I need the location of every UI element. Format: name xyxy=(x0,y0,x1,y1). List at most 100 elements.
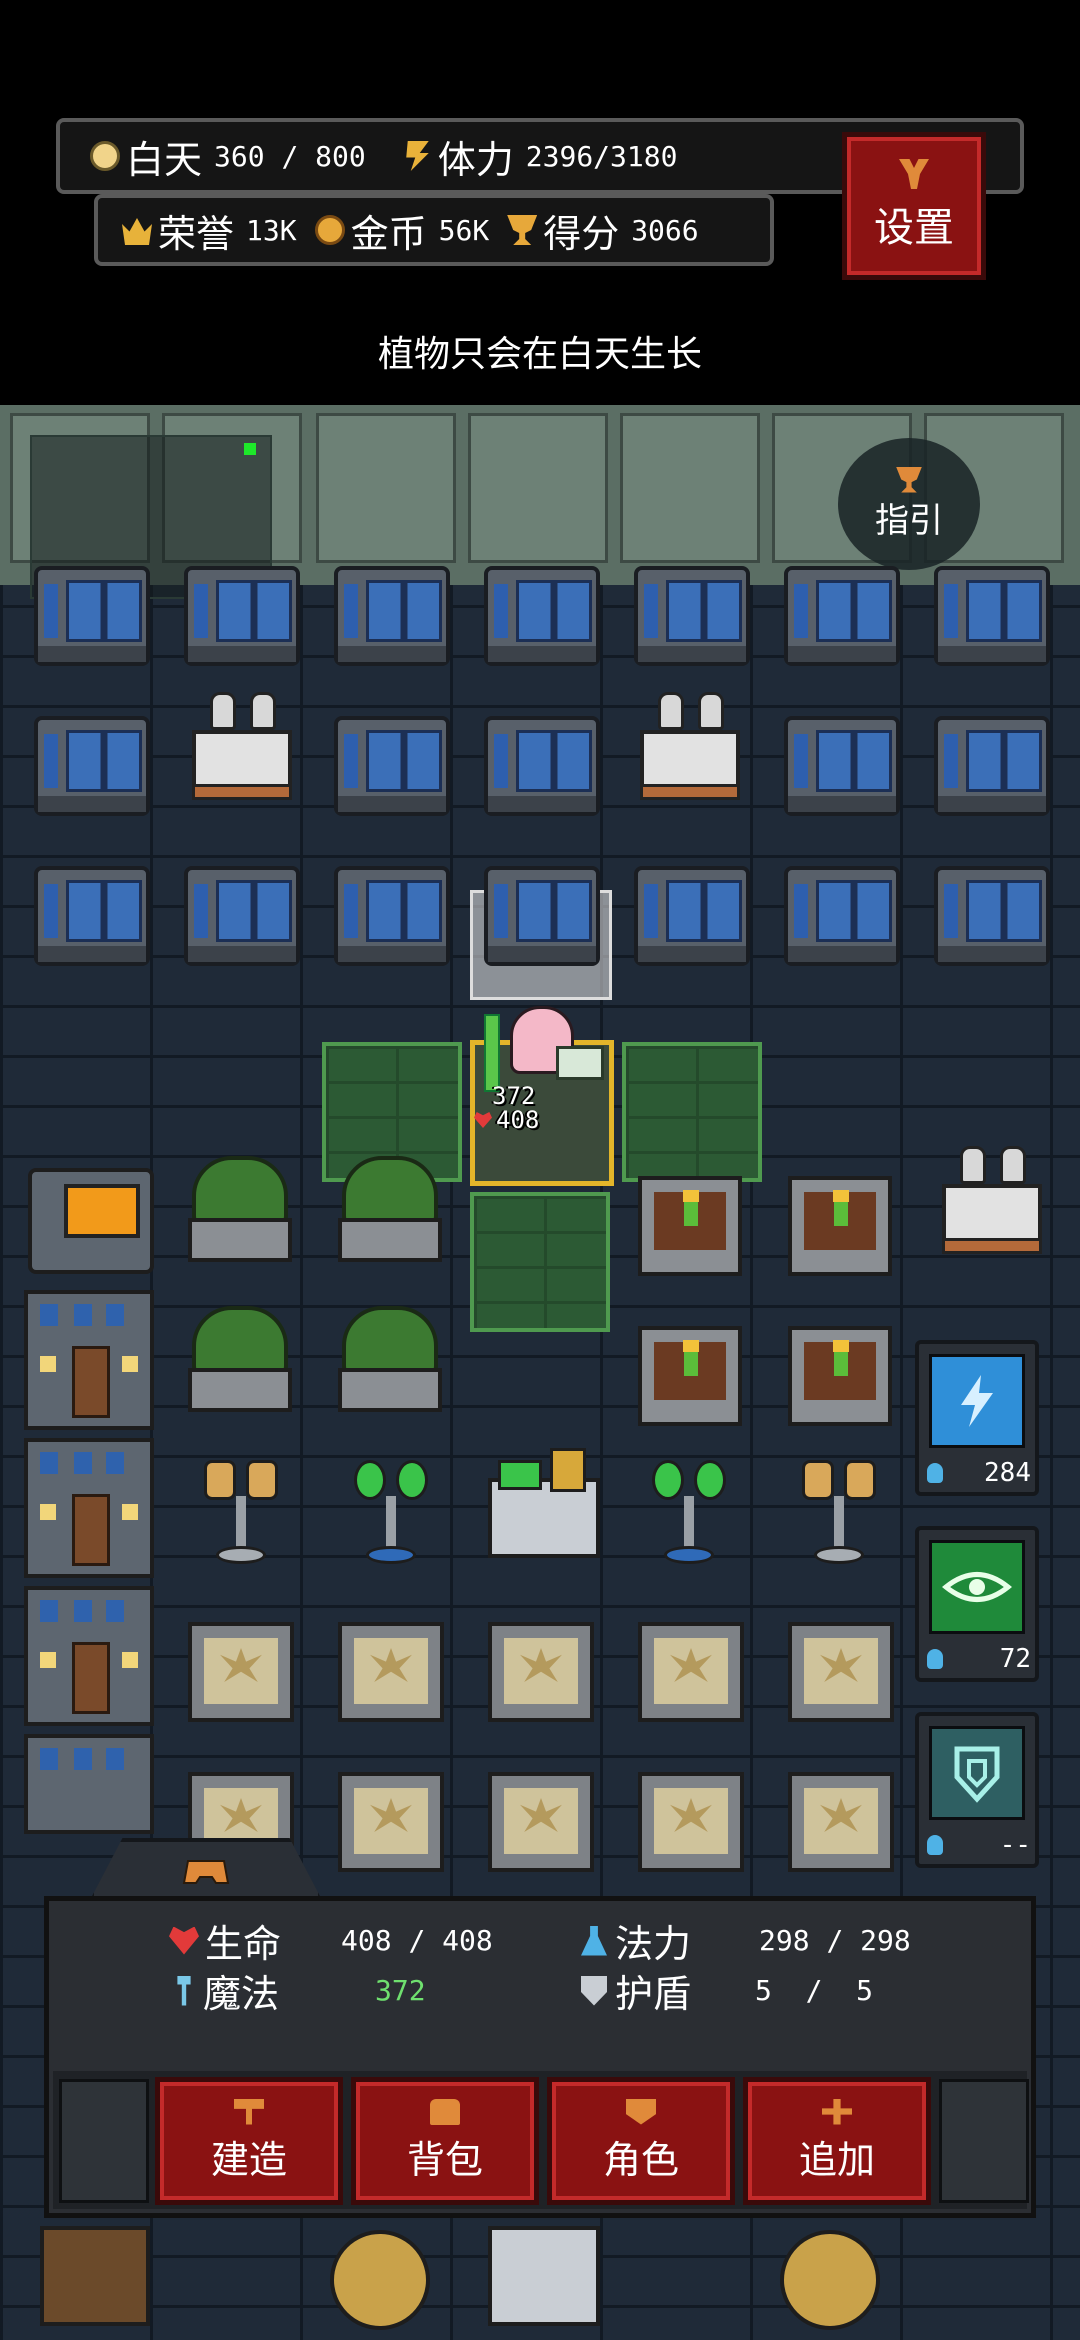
server-machine[interactable] xyxy=(784,866,900,966)
statue[interactable] xyxy=(330,2230,430,2330)
shield-rune-icon xyxy=(929,1726,1025,1820)
skill-card-shield[interactable]: -- xyxy=(915,1712,1039,1868)
server-machine[interactable] xyxy=(634,866,750,966)
server-machine[interactable] xyxy=(334,566,450,666)
hay-planter[interactable] xyxy=(788,1622,894,1722)
lamp-post[interactable] xyxy=(644,1460,734,1570)
lamp-post[interactable] xyxy=(346,1460,436,1570)
lamp-post[interactable] xyxy=(794,1460,884,1570)
status-panel: 生命 408 / 408 法力 298 / 298 魔法 372 护盾 5 / … xyxy=(44,1896,1036,2218)
bush-plant[interactable] xyxy=(338,1156,442,1268)
flower-planter[interactable] xyxy=(788,1176,892,1276)
hay-planter[interactable] xyxy=(338,1772,444,1872)
gamepad-icon xyxy=(182,1860,230,1884)
lightning-icon xyxy=(406,141,429,171)
lightning-rune-icon xyxy=(929,1354,1025,1448)
skill-card-eye[interactable]: 72 xyxy=(915,1526,1039,1682)
magic-row: 魔法 372 xyxy=(173,1963,426,2018)
server-machine[interactable] xyxy=(184,866,300,966)
magic-label: 魔法 xyxy=(203,1972,280,2016)
generator-machine[interactable] xyxy=(192,692,292,802)
server-machine[interactable] xyxy=(184,566,300,666)
shop-building[interactable] xyxy=(40,2226,150,2326)
player-character[interactable]: 372 408 xyxy=(470,1000,610,1134)
server-machine[interactable] xyxy=(34,566,150,666)
character-label: 角色 xyxy=(602,2137,679,2182)
gamepad-tab[interactable] xyxy=(90,1838,322,1900)
bag-button[interactable]: 背包 xyxy=(351,2077,539,2205)
eye-rune-icon xyxy=(929,1540,1025,1634)
hay-planter[interactable] xyxy=(488,1622,594,1722)
flower-planter[interactable] xyxy=(638,1326,742,1426)
character-button[interactable]: 角色 xyxy=(547,2077,735,2205)
coins-value: 56K xyxy=(438,213,490,247)
generator-machine[interactable] xyxy=(640,692,740,802)
minimap-player-marker xyxy=(244,443,256,455)
hay-planter[interactable] xyxy=(788,1772,894,1872)
server-machine[interactable] xyxy=(934,866,1050,966)
build-tile[interactable] xyxy=(622,1042,762,1182)
lamp-post[interactable] xyxy=(196,1460,286,1570)
hay-planter[interactable] xyxy=(638,1622,744,1722)
empty-slot-left xyxy=(59,2079,149,2203)
bush-plant[interactable] xyxy=(188,1306,292,1418)
bag-label: 背包 xyxy=(406,2137,483,2182)
hay-planter[interactable] xyxy=(488,1772,594,1872)
flower-planter[interactable] xyxy=(638,1176,742,1276)
honor-counter: 荣誉 13K xyxy=(122,203,297,258)
server-machine[interactable] xyxy=(784,566,900,666)
server-machine[interactable] xyxy=(484,716,600,816)
stamina-counter: 体力 2396/3180 xyxy=(402,129,677,184)
statue[interactable] xyxy=(780,2230,880,2330)
server-machine[interactable] xyxy=(484,566,600,666)
shield-label: 护盾 xyxy=(615,1972,692,2016)
guide-label: 指引 xyxy=(875,500,943,541)
player-hp-value: 408 xyxy=(496,1106,540,1134)
house-building[interactable] xyxy=(24,1586,154,1726)
hp-label: 生命 xyxy=(205,1922,282,1966)
character-shield-icon xyxy=(626,2098,656,2125)
server-machine[interactable] xyxy=(334,866,450,966)
house-building[interactable] xyxy=(24,1438,154,1578)
server-machine[interactable] xyxy=(934,566,1050,666)
server-machine[interactable] xyxy=(784,716,900,816)
server-machine[interactable] xyxy=(634,566,750,666)
hp-value: 408 / 408 xyxy=(341,1924,493,1957)
generator-machine[interactable] xyxy=(942,1146,1042,1256)
flower-planter[interactable] xyxy=(788,1326,892,1426)
hay-planter[interactable] xyxy=(638,1772,744,1872)
shield-value: 5 / 5 xyxy=(755,1974,874,2007)
score-counter: 得分 3066 xyxy=(507,203,699,258)
furnace[interactable] xyxy=(28,1168,154,1274)
bush-plant[interactable] xyxy=(188,1156,292,1268)
heart-icon xyxy=(169,1926,199,1955)
day-label: 白天 xyxy=(126,137,203,182)
server-machine[interactable] xyxy=(934,716,1050,816)
trophy-icon xyxy=(507,215,538,245)
build-button[interactable]: 建造 xyxy=(155,2077,343,2205)
mana-row: 法力 298 / 298 xyxy=(581,1913,911,1968)
workbench[interactable] xyxy=(488,2226,600,2326)
hammer-icon xyxy=(234,2098,264,2125)
bush-plant[interactable] xyxy=(338,1306,442,1418)
shield-row: 护盾 5 / 5 xyxy=(581,1963,873,2018)
magic-staff-icon xyxy=(177,1975,191,2006)
hay-planter[interactable] xyxy=(188,1622,294,1722)
settings-button[interactable]: 设置 xyxy=(842,132,986,280)
server-machine[interactable] xyxy=(334,716,450,816)
server-machine[interactable] xyxy=(34,866,150,966)
workbench[interactable] xyxy=(488,1448,600,1562)
add-button[interactable]: 追加 xyxy=(743,2077,931,2205)
build-tile[interactable] xyxy=(470,1192,610,1332)
mana-label: 法力 xyxy=(615,1922,692,1966)
skill-cost: -- xyxy=(999,1830,1031,1860)
guide-button[interactable]: 指引 xyxy=(838,438,980,570)
server-machine[interactable] xyxy=(34,716,150,816)
server-machine[interactable] xyxy=(484,866,600,966)
house-building[interactable] xyxy=(24,1734,154,1834)
skill-card-lightning[interactable]: 284 xyxy=(915,1340,1039,1496)
house-building[interactable] xyxy=(24,1290,154,1430)
hud-second-row: 荣誉 13K 金币 56K 得分 3066 xyxy=(94,194,774,266)
staff-icon xyxy=(484,1014,500,1092)
hay-planter[interactable] xyxy=(338,1622,444,1722)
